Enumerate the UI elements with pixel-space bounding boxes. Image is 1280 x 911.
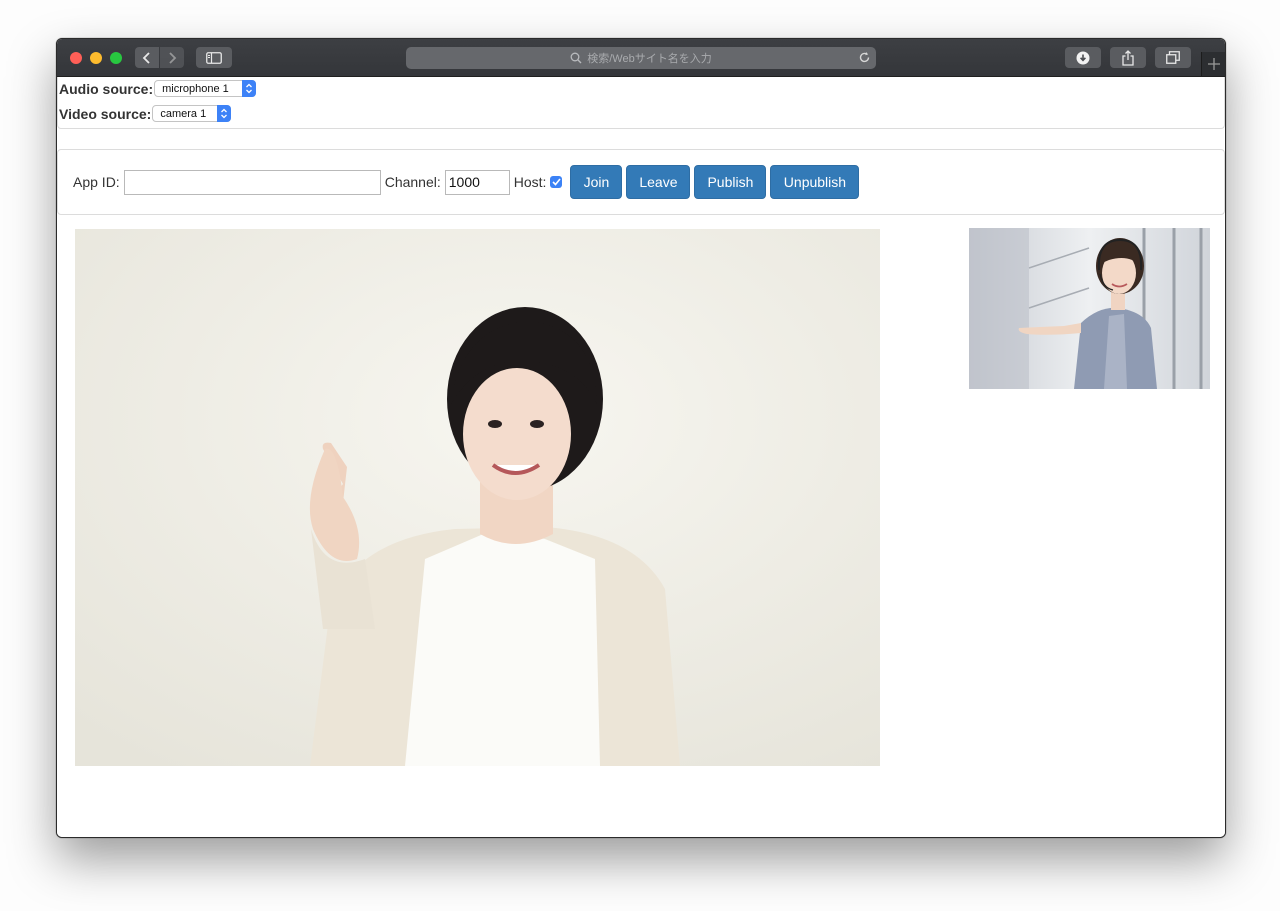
select-stepper-icon	[217, 105, 232, 122]
video-source-value: camera 1	[160, 107, 207, 120]
download-icon	[1076, 51, 1090, 64]
share-icon	[1122, 49, 1134, 66]
forward-button[interactable]	[160, 47, 184, 68]
app-id-input[interactable]	[123, 169, 381, 195]
chevron-right-icon	[169, 51, 177, 64]
page-content: Audio source: microphone 1 Video source:…	[57, 77, 1225, 837]
local-video-stream	[75, 229, 880, 766]
join-button[interactable]: Join	[570, 165, 623, 199]
channel-label: Channel:	[384, 174, 441, 190]
title-bar: 検索/Webサイト名を入力	[57, 39, 1225, 77]
channel-input[interactable]	[444, 169, 510, 195]
audio-source-value: microphone 1	[162, 82, 229, 95]
minimize-window-button[interactable]	[90, 52, 102, 64]
tabs-overview-button[interactable]	[1155, 47, 1191, 68]
audio-source-label: Audio source:	[59, 80, 154, 97]
address-placeholder: 検索/Webサイト名を入力	[587, 53, 712, 65]
back-button[interactable]	[135, 47, 159, 68]
search-icon	[570, 52, 582, 64]
reload-icon[interactable]	[858, 51, 871, 67]
leave-button[interactable]: Leave	[626, 165, 691, 199]
connection-panel: App ID: Channel: Host: Join Leave Publis…	[57, 149, 1225, 215]
chevron-left-icon	[142, 51, 150, 64]
download-button[interactable]	[1065, 47, 1101, 68]
address-bar[interactable]: 検索/Webサイト名を入力	[406, 47, 876, 69]
remote-video-stream	[969, 228, 1210, 389]
source-settings-panel: Audio source: microphone 1 Video source:…	[57, 77, 1225, 129]
checkmark-icon	[552, 178, 561, 186]
connection-row: App ID: Channel: Host: Join Leave Publis…	[73, 165, 863, 199]
audio-source-select[interactable]: microphone 1	[154, 80, 257, 97]
unpublish-button[interactable]: Unpublish	[770, 165, 860, 199]
host-checkbox[interactable]	[550, 176, 563, 188]
tabs-icon	[1166, 51, 1180, 64]
new-tab-button[interactable]	[1201, 52, 1225, 76]
zoom-window-button[interactable]	[110, 52, 122, 64]
select-stepper-icon	[242, 80, 257, 97]
close-window-button[interactable]	[70, 52, 82, 64]
video-source-label: Video source:	[59, 105, 152, 122]
video-source-row: Video source: camera 1	[59, 105, 232, 122]
audio-source-row: Audio source: microphone 1	[59, 80, 257, 97]
sidebar-icon	[206, 51, 222, 64]
host-label: Host:	[513, 174, 547, 190]
app-id-label: App ID:	[73, 174, 120, 190]
plus-icon	[1208, 58, 1220, 70]
browser-window: 検索/Webサイト名を入力 Audio source: microphone 1	[56, 38, 1226, 838]
video-source-select[interactable]: camera 1	[152, 105, 232, 122]
share-button[interactable]	[1110, 47, 1146, 68]
sidebar-button[interactable]	[196, 47, 232, 68]
publish-button[interactable]: Publish	[694, 165, 767, 199]
